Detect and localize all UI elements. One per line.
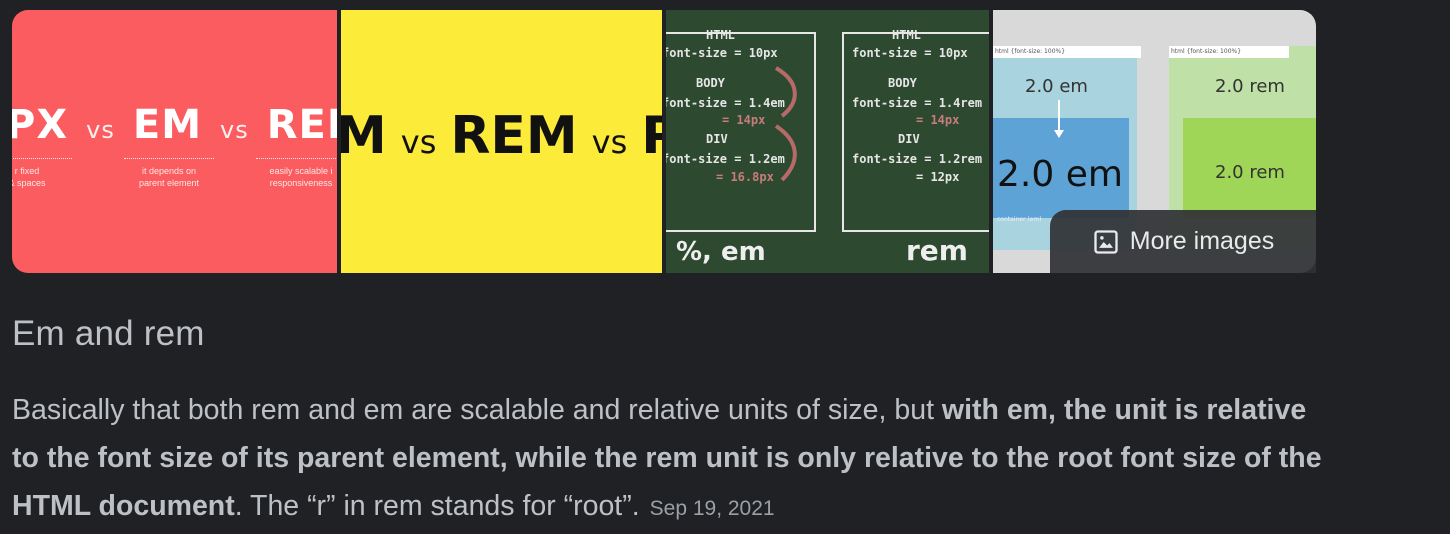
thumb2-heading: Mvs REM vs P <box>341 106 662 166</box>
more-images-label: More images <box>1129 227 1275 255</box>
thumb3-label: %, em <box>676 237 766 267</box>
thumb3-text: HTML <box>706 28 735 42</box>
image-thumbnail-em-rem-yellow[interactable]: Mvs REM vs P <box>341 10 662 273</box>
thumb1-caption: r fixed & spaces <box>12 158 72 189</box>
thumb4-text: 2.0 em <box>1025 76 1088 97</box>
thumb3-text: BODY <box>888 76 917 90</box>
thumb3-text: DIV <box>898 132 920 146</box>
thumb3-text: BODY <box>696 76 725 90</box>
thumb3-text: = 16.8px <box>716 170 774 184</box>
thumb3-text: font-size = 10px <box>666 46 778 60</box>
thumb3-text: = 14px <box>722 113 766 127</box>
thumb3-label: rem <box>906 234 968 267</box>
thumb2-word: M <box>341 106 387 166</box>
thumb1-caption: it depends on parent element <box>124 158 214 189</box>
thumb1-heading: PX vs EM vs REM <box>12 102 337 148</box>
thumb4-text: 2.0 rem <box>1215 162 1285 183</box>
thumb4-tiny-text: html {font-size: 100%} <box>995 48 1066 55</box>
thumb1-word: vs <box>86 116 115 144</box>
thumb1-caption: easily scalable i responsiveness <box>256 158 337 189</box>
thumb4-text: 2.0 em <box>997 154 1123 195</box>
curved-arrow-icon <box>774 66 797 182</box>
thumb2-word: vs <box>591 123 628 161</box>
thumb4-text: 2.0 rem <box>1215 76 1285 97</box>
result-snippet: Basically that both rem and em are scala… <box>12 386 1332 533</box>
image-icon <box>1094 229 1118 254</box>
thumb1-word: PX <box>12 102 69 148</box>
more-images-button[interactable]: More images <box>1050 210 1316 273</box>
snippet-text: Basically that both rem and em are scala… <box>12 394 942 426</box>
thumb1-word: EM <box>132 102 203 148</box>
thumb3-text: HTML <box>892 28 921 42</box>
thumb1-word: REM <box>266 102 337 148</box>
result-date: Sep 19, 2021 <box>649 497 775 520</box>
snippet-text-end: . The “r” in rem stands for “root”. <box>234 490 640 522</box>
thumb1-word: vs <box>220 116 249 144</box>
thumb3-text: DIV <box>706 132 728 146</box>
image-thumbnail-px-em-rem-red[interactable]: PX vs EM vs REM r fixed & spaces it depends … <box>12 10 337 273</box>
thumb4-tiny-text: container (em) <box>997 216 1042 223</box>
image-thumbnail-chalkboard[interactable]: HTML font-size = 10px BODY font-size = 1… <box>666 10 989 273</box>
thumb3-text: = 14px <box>916 113 960 127</box>
thumb3-text: font-size = 1.2rem <box>852 152 983 166</box>
thumb2-word: REM <box>450 106 578 166</box>
thumb2-word: vs <box>400 123 437 161</box>
thumb4-tiny-text: html {font-size: 100%} <box>1171 48 1242 55</box>
thumb3-text: font-size = 1.2em <box>666 152 785 166</box>
thumb3-text: = 12px <box>916 170 960 184</box>
thumb3-text: font-size = 1.4em <box>666 96 785 110</box>
thumb3-text: font-size = 1.4rem <box>852 96 983 110</box>
thumb3-text: font-size = 10px <box>852 46 968 60</box>
result-title: Em and rem <box>12 314 205 353</box>
down-arrow-icon <box>1054 100 1064 138</box>
thumb2-word: P <box>641 106 662 166</box>
